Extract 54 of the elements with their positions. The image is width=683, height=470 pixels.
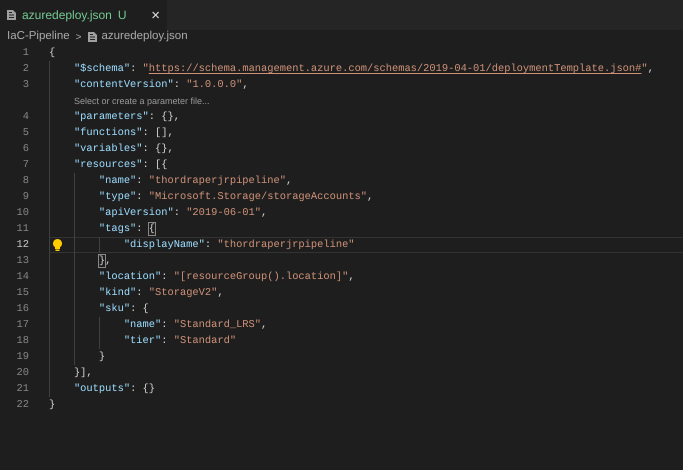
code-line: "apiVersion": "2019-06-01", xyxy=(98,206,268,221)
code-line: { xyxy=(49,46,56,61)
line-number: 12 xyxy=(16,238,29,253)
code-line: "tags": { xyxy=(98,222,156,237)
code-line: "$schema": "https://schema.management.azure.com/schemas/2019-04-01/deploymentTemplate.json#", xyxy=(74,62,654,77)
code-line: "name": "thordraperjrpipeline", xyxy=(98,174,292,189)
code-line: "kind": "StorageV2", xyxy=(98,286,224,301)
code-line: }, xyxy=(98,254,112,269)
line-number: 21 xyxy=(16,382,29,397)
line-number: 9 xyxy=(22,190,29,205)
status-letter: U xyxy=(118,7,127,24)
line-number: 2 xyxy=(22,62,29,77)
code-line: }], xyxy=(74,366,93,381)
code-line: "location": "[resourceGroup().location]", xyxy=(98,270,355,285)
file-icon xyxy=(88,32,96,42)
line-number: 15 xyxy=(16,286,29,301)
line-number: 18 xyxy=(16,334,29,349)
lightbulb-icon[interactable] xyxy=(53,239,62,251)
line-number: 16 xyxy=(16,302,29,317)
line-number: 14 xyxy=(16,270,29,285)
line-number: 6 xyxy=(22,142,29,157)
code-line: "parameters": {}, xyxy=(74,110,180,125)
code-line: "name": "Standard_LRS", xyxy=(124,318,268,333)
line-number: 19 xyxy=(16,350,29,365)
breadcrumb-separator: > xyxy=(76,30,82,44)
code-line: "contentVersion": "1.0.0.0", xyxy=(74,78,249,93)
code-line: "displayName": "thordraperjrpipeline" xyxy=(124,238,355,253)
code-line: "type": "Microsoft.Storage/storageAccounts", xyxy=(98,190,374,205)
code-line: "sku": { xyxy=(98,302,149,317)
code-line: } xyxy=(49,398,56,413)
code-line: "variables": {}, xyxy=(74,142,174,157)
line-number: 22 xyxy=(16,398,29,413)
breadcrumb-file[interactable]: azuredeploy.json xyxy=(102,28,188,46)
codelens-link[interactable]: Select or create a parameter file... xyxy=(74,93,210,109)
line-number: 7 xyxy=(22,158,29,173)
code-line: } xyxy=(98,350,106,365)
line-number: 3 xyxy=(22,78,29,93)
code-line: "tier": "Standard" xyxy=(124,334,236,349)
close-button[interactable]: × xyxy=(151,8,160,22)
line-number: 5 xyxy=(22,126,29,141)
line-number: 13 xyxy=(16,254,29,269)
line-number: 20 xyxy=(16,366,29,381)
line-number: 11 xyxy=(16,222,29,237)
code-line: "functions": [], xyxy=(74,126,174,141)
line-number: 10 xyxy=(16,206,29,221)
line-number: 4 xyxy=(22,110,29,125)
code-line: "resources": [{ xyxy=(74,158,168,173)
code-line: "outputs": {} xyxy=(74,382,156,397)
file-icon xyxy=(7,10,16,20)
editor-tab[interactable]: azuredeploy.json U × xyxy=(0,0,167,30)
breadcrumb-folder[interactable]: IaC-Pipeline xyxy=(7,28,70,46)
line-number: 1 xyxy=(22,46,29,61)
line-number: 8 xyxy=(22,174,29,189)
line-number: 17 xyxy=(16,318,29,333)
